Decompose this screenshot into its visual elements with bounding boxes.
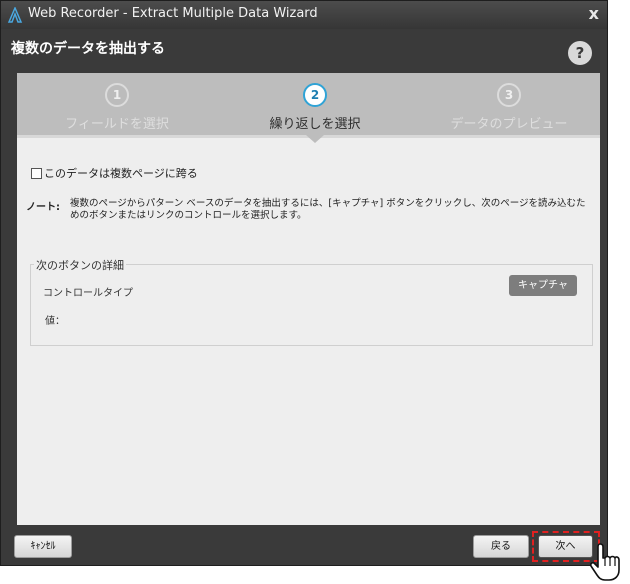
step-number: 1 [105, 83, 129, 107]
wizard-window: Web Recorder - Extract Multiple Data Wiz… [0, 0, 608, 566]
capture-button[interactable]: キャプチャ [509, 275, 577, 296]
multi-page-option[interactable]: このデータは複数ページに跨る [31, 165, 198, 181]
step-select-repeat: 2 繰り返しを選択 [215, 83, 415, 132]
multi-page-checkbox[interactable] [31, 167, 42, 179]
control-type-label: コントロールタイプ [43, 288, 133, 299]
step-label: データのプレビュー [450, 117, 568, 132]
wizard-panel: 1 フィールドを選択 2 繰り返しを選択 3 データのプレビュー このデータは複… [17, 73, 600, 525]
note-label: ノート: [26, 202, 60, 213]
back-button[interactable]: 戻る [473, 535, 529, 558]
window-title: Web Recorder - Extract Multiple Data Wiz… [28, 6, 318, 21]
next-button-details-group: 次のボタンの詳細 コントロールタイプ 値： キャプチャ [30, 257, 593, 346]
step-number: 2 [303, 83, 327, 107]
help-icon[interactable]: ? [568, 41, 592, 65]
value-label: 値： [45, 316, 65, 327]
app-logo-icon [7, 7, 23, 23]
group-title: 次のボタンの詳細 [34, 257, 126, 273]
step-select-fields: 1 フィールドを選択 [17, 83, 217, 132]
step-label: 繰り返しを選択 [269, 117, 361, 132]
step-label: フィールドを選択 [65, 117, 169, 132]
step-number: 3 [497, 83, 521, 107]
step-bar: 1 フィールドを選択 2 繰り返しを選択 3 データのプレビュー [17, 73, 600, 135]
active-step-pointer [306, 135, 324, 143]
wizard-heading: 複数のデータを抽出する [11, 41, 165, 57]
close-icon[interactable]: x [589, 4, 599, 23]
note-text: 複数のページからパターン ベースのデータを抽出するには、[キャプチャ] ボタンを… [70, 198, 586, 221]
next-button[interactable]: 次へ [538, 535, 593, 558]
multi-page-label: このデータは複数ページに跨る [44, 167, 198, 180]
title-bar: Web Recorder - Extract Multiple Data Wiz… [1, 1, 607, 29]
hand-pointer-icon [589, 543, 620, 581]
step-preview: 3 データのプレビュー [409, 83, 609, 132]
cancel-button[interactable]: ｷｬﾝｾﾙ [14, 535, 72, 558]
